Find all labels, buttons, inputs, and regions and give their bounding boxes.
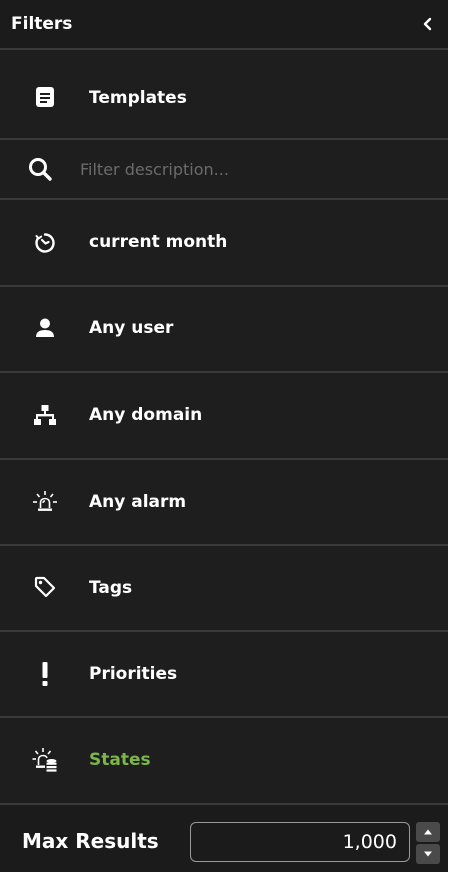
- templates-label: Templates: [89, 88, 187, 108]
- filter-label-priorities: Priorities: [89, 664, 178, 684]
- clock-icon: [31, 229, 59, 257]
- search-icon: [29, 158, 52, 181]
- filter-label-user: Any user: [89, 318, 174, 338]
- filter-row-domain[interactable]: Any domain: [0, 373, 448, 460]
- filter-label-period: current month: [89, 232, 228, 252]
- caret-up-icon: [424, 829, 432, 835]
- exclamation-icon: [31, 660, 59, 688]
- alarm-states-icon: [31, 746, 59, 774]
- max-results-footer: Max Results: [0, 806, 448, 872]
- filter-description-input[interactable]: [80, 154, 430, 184]
- filter-row-alarm[interactable]: Any alarm: [0, 460, 448, 546]
- filter-row-user[interactable]: Any user: [0, 287, 448, 373]
- filter-row-period[interactable]: current month: [0, 200, 448, 287]
- max-results-label: Max Results: [22, 829, 159, 853]
- chevron-left-icon: [423, 17, 432, 31]
- filter-row-priorities[interactable]: Priorities: [0, 632, 448, 718]
- filters-panel: Filters Templates Filter description... …: [0, 0, 448, 872]
- alarm-light-icon: [31, 488, 59, 516]
- panel-scrollbar[interactable]: [448, 0, 455, 872]
- user-icon: [31, 314, 59, 342]
- caret-down-icon: [424, 851, 432, 857]
- collapse-button[interactable]: [416, 12, 440, 36]
- tag-icon: [31, 573, 59, 601]
- filter-row-tags[interactable]: Tags: [0, 546, 448, 632]
- hierarchy-icon: [31, 401, 59, 429]
- filter-label-states: States: [89, 750, 151, 770]
- filter-row-states[interactable]: States: [0, 718, 448, 805]
- search-row: [0, 140, 448, 200]
- panel-title: Filters: [11, 14, 73, 34]
- max-results-input[interactable]: [190, 822, 410, 862]
- decrement-button[interactable]: [416, 844, 440, 864]
- panel-header: Filters: [0, 0, 448, 50]
- templates-row[interactable]: Templates: [0, 50, 448, 140]
- document-icon: [31, 83, 59, 111]
- filter-label-alarm: Any alarm: [89, 492, 187, 512]
- filter-label-domain: Any domain: [89, 405, 203, 425]
- filter-label-tags: Tags: [89, 578, 133, 598]
- increment-button[interactable]: [416, 822, 440, 842]
- max-results-stepper: [416, 822, 440, 864]
